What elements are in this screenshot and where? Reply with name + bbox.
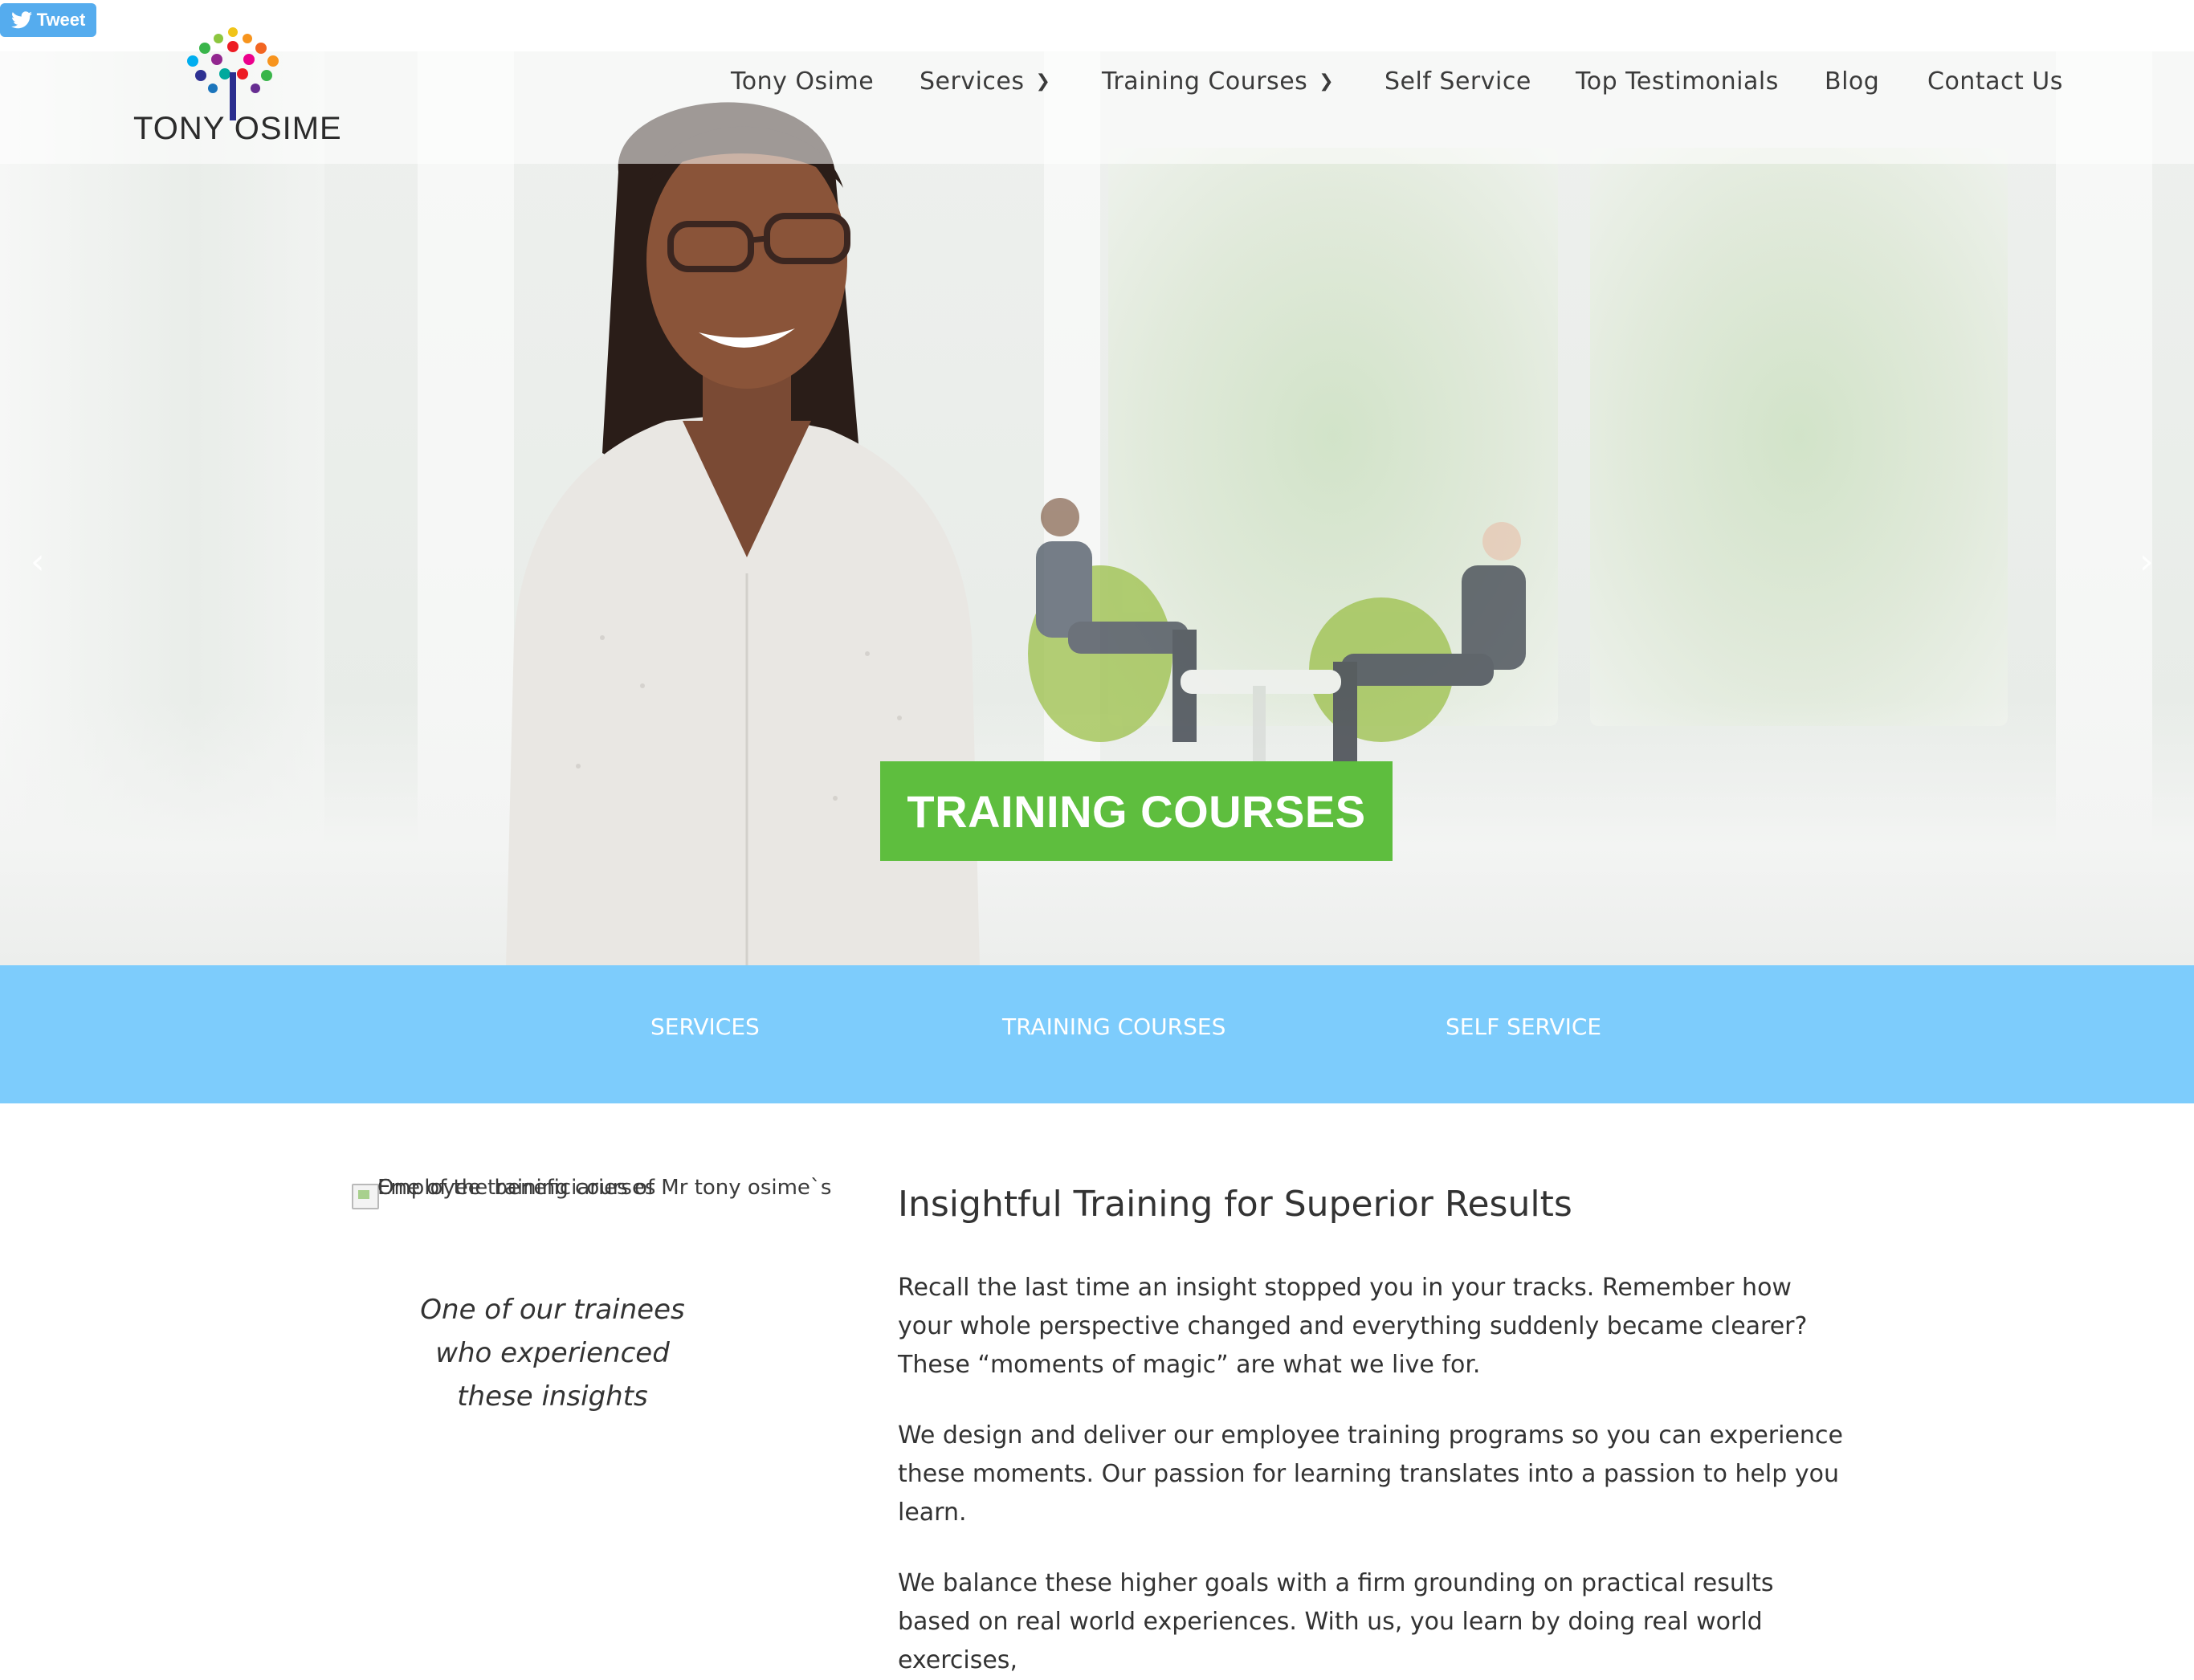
nav-label: Blog bbox=[1825, 67, 1880, 96]
nav-label: Services bbox=[920, 67, 1025, 96]
nav-label: Contact Us bbox=[1927, 67, 2063, 96]
subnav-link-self-service[interactable]: SELF SERVICE bbox=[1446, 1013, 1601, 1040]
tweet-button[interactable]: Tweet bbox=[0, 3, 96, 37]
main-navigation: Tony Osime Services ❯ Training Courses ❯ S… bbox=[0, 51, 2194, 116]
nav-label: Top Testimonials bbox=[1576, 67, 1779, 96]
nav-item-training-courses[interactable]: Training Courses ❯ bbox=[1102, 67, 1334, 96]
article: Insightful Training for Superior Results… bbox=[898, 1184, 1845, 1674]
broken-image-icon bbox=[352, 1184, 379, 1209]
tweet-label: Tweet bbox=[36, 10, 86, 30]
subnav-link-training-courses[interactable]: TRAINING COURSES bbox=[1002, 1013, 1225, 1040]
subnav-link-services[interactable]: SERVICES bbox=[650, 1013, 760, 1040]
carousel-prev-arrow[interactable]: ‹ bbox=[31, 541, 45, 582]
section-links-bar: SERVICES TRAINING COURSES SELF SERVICE bbox=[0, 965, 2194, 1103]
nav-item-tony-osime[interactable]: Tony Osime bbox=[731, 67, 874, 96]
carousel-next-arrow[interactable]: › bbox=[2139, 541, 2154, 582]
nav-label: Tony Osime bbox=[731, 67, 875, 96]
image-alt-text: One of the beneficiaries of Mr tony osim… bbox=[377, 1176, 832, 1200]
article-paragraph: We balance these higher goals with a fir… bbox=[898, 1569, 1774, 1674]
chevron-down-icon: ❯ bbox=[1035, 71, 1051, 92]
logo-wordmark: TONY OSIME bbox=[133, 111, 342, 146]
nav-label: Self Service bbox=[1385, 67, 1531, 96]
background-window bbox=[1590, 148, 2008, 726]
image-caption: One of our trainees who experienced thes… bbox=[420, 1294, 685, 1413]
hero-title-badge: TRAINING COURSES bbox=[880, 761, 1393, 861]
nav-item-top-testimonials[interactable]: Top Testimonials bbox=[1576, 67, 1779, 96]
twitter-bird-icon bbox=[10, 11, 32, 29]
nav-item-self-service[interactable]: Self Service bbox=[1385, 67, 1531, 96]
nav-item-blog[interactable]: Blog bbox=[1825, 67, 1879, 96]
trainee-image: Employee training courses One of the ben… bbox=[352, 1176, 831, 1413]
article-heading: Insightful Training for Superior Results bbox=[898, 1184, 1572, 1225]
nav-item-services[interactable]: Services ❯ bbox=[920, 67, 1050, 96]
nav-label: Training Courses bbox=[1102, 67, 1308, 96]
article-paragraph: We design and deliver our employee train… bbox=[898, 1421, 1843, 1527]
chevron-down-icon: ❯ bbox=[1319, 71, 1335, 92]
seated-people-background bbox=[1028, 498, 1526, 782]
article-paragraph: Recall the last time an insight stopped … bbox=[898, 1274, 1808, 1379]
nav-item-contact-us[interactable]: Contact Us bbox=[1927, 67, 2063, 96]
main-content: Employee training courses One of the ben… bbox=[0, 1103, 2194, 1674]
